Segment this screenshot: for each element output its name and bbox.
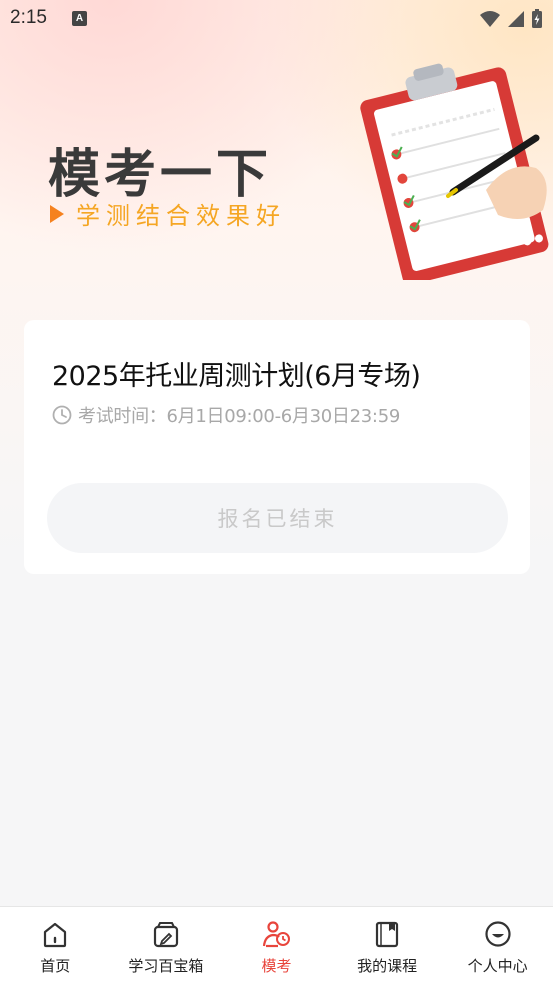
play-icon <box>50 204 64 223</box>
exam-card[interactable]: 2025年托业周测计划(6月专场) 考试时间：6月1日09:00-6月30日23… <box>24 320 530 574</box>
nav-label-courses: 我的课程 <box>357 957 418 975</box>
nav-label-home: 首页 <box>40 957 71 975</box>
nav-item-exam[interactable]: 模考 <box>221 907 332 984</box>
toolbox-icon <box>153 922 178 948</box>
battery-icon <box>532 9 542 28</box>
system-icons <box>479 8 543 30</box>
course-icon <box>375 921 399 948</box>
clock-icon <box>52 405 72 425</box>
bottom-nav: 首页 学习百宝箱 模考 我的课程 个人中心 <box>0 906 553 984</box>
exam-icon <box>263 921 291 948</box>
nav-item-toolbox[interactable]: 学习百宝箱 <box>111 907 222 984</box>
nav-label-exam: 模考 <box>261 957 292 975</box>
nav-label-profile: 个人中心 <box>467 957 528 975</box>
status-bar: 2:15 A <box>0 0 553 38</box>
exam-time: 考试时间：6月1日09:00-6月30日23:59 <box>78 406 401 427</box>
nav-item-home[interactable]: 首页 <box>0 907 111 984</box>
clipboard-illustration <box>360 63 549 280</box>
hero-subtitle-text: 学测结合效果好 <box>76 202 286 230</box>
profile-icon <box>485 921 511 947</box>
exam-title: 2025年托业周测计划(6月专场) <box>52 361 421 392</box>
nav-item-profile[interactable]: 个人中心 <box>442 907 553 984</box>
signal-icon <box>508 11 524 27</box>
nav-item-courses[interactable]: 我的课程 <box>332 907 443 984</box>
wifi-icon <box>480 11 500 27</box>
home-icon <box>44 922 67 948</box>
registration-closed-button[interactable]: 报名已结束 <box>47 483 508 553</box>
exam-time-row: 考试时间：6月1日09:00-6月30日23:59 <box>52 402 400 428</box>
hero-subtitle: 学测结合效果好 <box>50 196 286 231</box>
status-time: 2:15 <box>10 7 47 28</box>
notification-icon: A <box>72 11 87 26</box>
nav-label-toolbox: 学习百宝箱 <box>128 957 204 975</box>
